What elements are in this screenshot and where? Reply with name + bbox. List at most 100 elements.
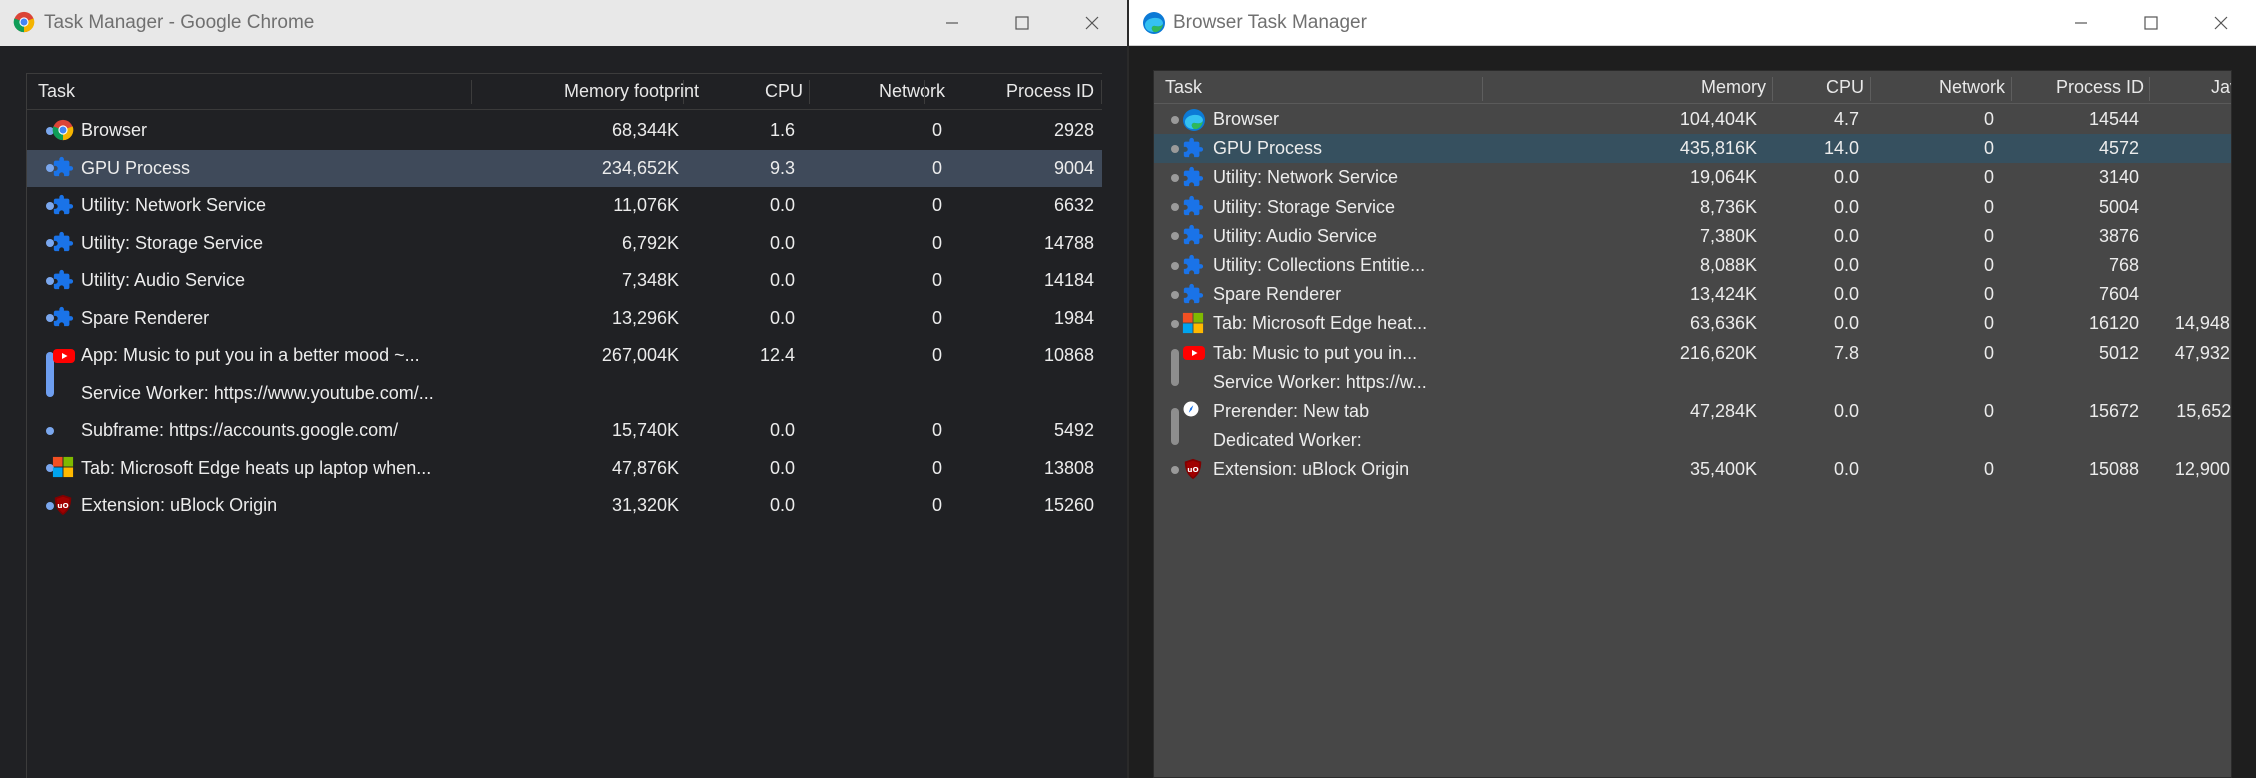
javascript-memory-value: 15,652K (11,128K live) xyxy=(2176,401,2232,422)
puzzle-icon xyxy=(1182,137,1206,161)
task-name: Utility: Network Service xyxy=(1213,167,1399,188)
process-id-value: 15672 xyxy=(2088,401,2139,422)
process-id-value: 3140 xyxy=(2098,167,2139,188)
window-title: Task Manager - Google Chrome xyxy=(44,12,315,33)
javascript-memory-value: 12,900K (10,660K live) xyxy=(2174,459,2231,480)
table-row[interactable]: Utility: Audio Service 7,348K 0.0 0 14184 xyxy=(27,262,1102,300)
table-row[interactable]: Tab: Microsoft Edge heats up laptop when… xyxy=(27,450,1102,488)
close-button[interactable] xyxy=(2186,0,2256,46)
memory-value: 63,636K xyxy=(1689,313,1757,334)
table-row[interactable]: Utility: Network Service 19,064K 0.0 0 3140 0… xyxy=(1154,163,2231,192)
javascript-memory-value: 0K (0K live) xyxy=(2149,193,2231,222)
network-value: 0 xyxy=(931,157,942,178)
task-name: Utility: Audio Service xyxy=(81,270,246,291)
column-header-memory[interactable]: Memory xyxy=(1482,71,1766,103)
table-row[interactable]: Spare Renderer 13,296K 0.0 0 1984 xyxy=(27,300,1102,338)
network-value: 0 xyxy=(1983,342,1994,363)
column-header-process-id[interactable]: Process ID xyxy=(924,74,1094,109)
table-row[interactable]: GPU Process 435,816K 14.0 0 4572– xyxy=(1154,134,2231,164)
cpu-value: 9.3 xyxy=(769,157,795,178)
memory-value: 15,740K xyxy=(611,420,679,441)
column-header-javascript-memory[interactable]: JavaScript memory xyxy=(2149,71,2231,103)
table-row[interactable]: Utility: Network Service 11,076K 0.0 0 6632 xyxy=(27,187,1102,225)
table-row[interactable]: GPU Process 234,652K 9.3 0 9004 xyxy=(27,149,1102,187)
table-row[interactable]: Prerender: New tab 47,284K 0.0 0 15672 15,652… xyxy=(1154,397,2232,445)
column-header-cpu[interactable]: CPU xyxy=(1772,71,1864,103)
network-value: 0 xyxy=(1983,225,1994,246)
chrome-icon xyxy=(13,11,37,35)
memory-value: 35,400K xyxy=(1689,459,1757,480)
network-value: 0 xyxy=(1983,313,1994,334)
maximize-button[interactable] xyxy=(987,0,1057,46)
table-row[interactable]: Utility: Storage Service 6,792K 0.0 0 14788 xyxy=(27,225,1102,263)
column-header-task[interactable]: Task xyxy=(38,74,75,109)
javascript-memory-value: – xyxy=(2149,105,2231,134)
puzzle-icon xyxy=(52,156,76,180)
chrome-task-manager-window: Task Manager - Google Chrome Task Memory… xyxy=(0,0,1127,778)
process-bullet xyxy=(1171,173,1179,182)
puzzle-icon xyxy=(52,231,76,255)
minimize-button[interactable] xyxy=(917,0,987,46)
table-row[interactable]: Browser 68,344K 1.6 0 2928 xyxy=(27,112,1102,150)
column-header-network[interactable]: Network xyxy=(1870,71,2005,103)
table-header: Task Memory footprint CPU Network Proces… xyxy=(27,74,1102,110)
cpu-value xyxy=(683,375,795,413)
column-header-memory[interactable]: Memory footprint xyxy=(471,74,699,109)
process-id-value: 768 xyxy=(2108,255,2139,276)
minimize-button[interactable] xyxy=(2046,0,2116,46)
memory-value xyxy=(1482,368,1757,397)
table-row[interactable]: uO Extension: uBlock Origin 35,400K 0.0 0 150… xyxy=(1154,455,2231,484)
network-value: 0 xyxy=(931,232,942,253)
process-id-value: 15088 xyxy=(2088,459,2139,480)
javascript-memory-value: – xyxy=(2149,134,2231,163)
title-bar[interactable]: Task Manager - Google Chrome xyxy=(0,0,1127,46)
puzzle-icon xyxy=(52,194,76,218)
chrome-icon xyxy=(52,119,76,143)
cpu-value: 0.0 xyxy=(1833,255,1859,276)
table-row[interactable]: Browser 104,404K 4.7 0 14544– xyxy=(1154,105,2231,134)
table-row[interactable]: Subframe: https://accounts.google.com/15… xyxy=(27,412,1102,450)
column-header-task[interactable]: Task xyxy=(1165,71,1202,103)
memory-value: 47,284K xyxy=(1689,401,1757,422)
table-row[interactable]: Utility: Storage Service 8,736K 0.0 0 5004 0K… xyxy=(1154,193,2231,222)
table-row[interactable]: Dedicated Worker: xyxy=(1154,426,2231,455)
task-name: Tab: Music to put you in... xyxy=(1213,342,1418,363)
table-header: Task Memory CPU Network Process ID JavaS… xyxy=(1154,71,2231,104)
table-row[interactable]: Utility: Collections Entitie... 8,088K 0.0… xyxy=(1154,251,2231,280)
column-header-process-id[interactable]: Process ID xyxy=(2011,71,2144,103)
process-id-value: 15260 xyxy=(1043,495,1094,516)
edge-icon xyxy=(1142,11,1166,35)
table-row[interactable]: Tab: Microsoft Edge heat... 63,636K 0.0 0 16… xyxy=(1154,309,2231,338)
puzzle-icon xyxy=(1182,224,1206,248)
table-row[interactable]: App: Music to put you in a better mood ~… xyxy=(27,337,1102,398)
process-id-value: 2928 xyxy=(1053,120,1094,141)
cpu-value: 0.0 xyxy=(1833,401,1859,422)
table-row[interactable]: uO Extension: uBlock Origin 31,320K 0.0 0 152… xyxy=(27,487,1102,525)
close-button[interactable] xyxy=(1057,0,1127,46)
cpu-value: 14.0 xyxy=(1823,138,1859,159)
task-name: Utility: Collections Entitie... xyxy=(1213,255,1426,276)
task-name: GPU Process xyxy=(81,157,191,178)
task-name: Tab: Microsoft Edge heat... xyxy=(1213,313,1428,334)
maximize-button[interactable] xyxy=(2116,0,2186,46)
javascript-memory-value xyxy=(2149,426,2231,455)
table-row[interactable]: Spare Renderer 13,424K 0.0 0 7604 0K (0K live… xyxy=(1154,280,2231,309)
task-name: App: Music to put you in a better mood ~… xyxy=(81,345,420,366)
column-header-cpu[interactable]: CPU xyxy=(683,74,803,109)
title-bar[interactable]: Browser Task Manager xyxy=(1129,0,2256,46)
table-row[interactable]: Tab: Music to put you in... 216,620K 7.8 0 5… xyxy=(1154,339,2231,387)
javascript-memory-value: 0K (0K live) xyxy=(2149,280,2231,309)
network-value: 0 xyxy=(1983,255,1994,276)
process-bullet xyxy=(1171,261,1179,270)
window-title: Browser Task Manager xyxy=(1173,12,1367,33)
network-value xyxy=(1870,368,1994,397)
table-row[interactable]: Service Worker: https://www.youtube.com/… xyxy=(27,375,1102,413)
table-row[interactable]: Utility: Audio Service 7,380K 0.0 0 3876 0K (… xyxy=(1154,222,2231,251)
memory-value: 8,736K xyxy=(1699,196,1757,217)
task-name: Spare Renderer xyxy=(81,307,210,328)
table-row[interactable]: Service Worker: https://w... xyxy=(1154,368,2231,397)
task-name: Tab: Microsoft Edge heats up laptop when… xyxy=(81,457,432,478)
process-id-value: 10868 xyxy=(1043,345,1094,366)
memory-value: 216,620K xyxy=(1679,342,1757,363)
puzzle-icon xyxy=(1182,254,1206,278)
